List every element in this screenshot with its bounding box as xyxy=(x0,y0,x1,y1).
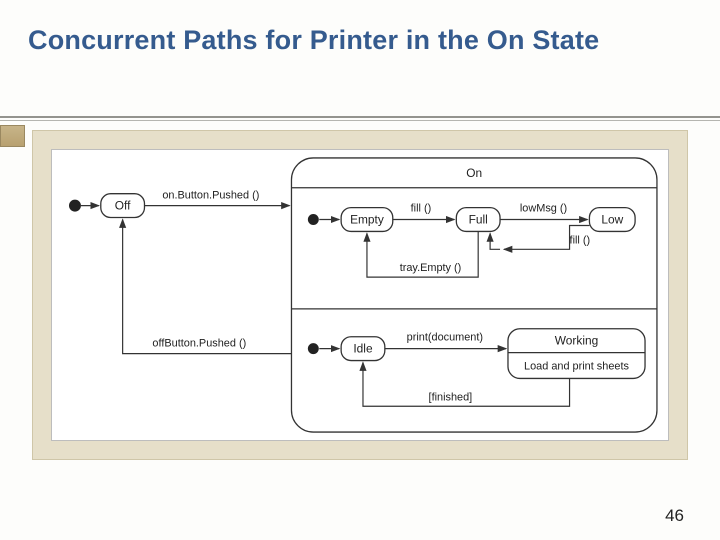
idle-state: Idle xyxy=(353,342,373,356)
full-state: Full xyxy=(469,212,488,226)
trayempty-label: tray.Empty () xyxy=(400,262,462,274)
fill1-label: fill () xyxy=(411,203,432,215)
accent-block xyxy=(0,125,25,147)
print-label: print(document) xyxy=(407,332,483,344)
working-state: Working xyxy=(555,334,598,348)
low-state: Low xyxy=(601,212,623,226)
lowmsg-label: lowMsg () xyxy=(520,203,567,215)
slide: Concurrent Paths for Printer in the On S… xyxy=(0,0,720,540)
diagram-frame: .st { fill:#fff; stroke:#333; stroke-wid… xyxy=(32,130,688,460)
slide-title: Concurrent Paths for Printer in the On S… xyxy=(28,24,692,56)
diagram-inner: .st { fill:#fff; stroke:#333; stroke-wid… xyxy=(51,149,669,441)
state-diagram-svg: .st { fill:#fff; stroke:#333; stroke-wid… xyxy=(52,150,668,440)
on-label: On xyxy=(466,166,482,180)
working-do: Load and print sheets xyxy=(524,360,629,372)
offbutton-label: offButton.Pushed () xyxy=(152,338,246,350)
fill2-label: fill () xyxy=(570,234,591,246)
onbutton-label: on.Button.Pushed () xyxy=(162,190,259,202)
off-state: Off xyxy=(115,199,131,213)
page-number: 46 xyxy=(665,506,684,526)
empty-state: Empty xyxy=(350,212,384,226)
finished-label: [finished] xyxy=(429,391,473,403)
divider xyxy=(0,116,720,122)
